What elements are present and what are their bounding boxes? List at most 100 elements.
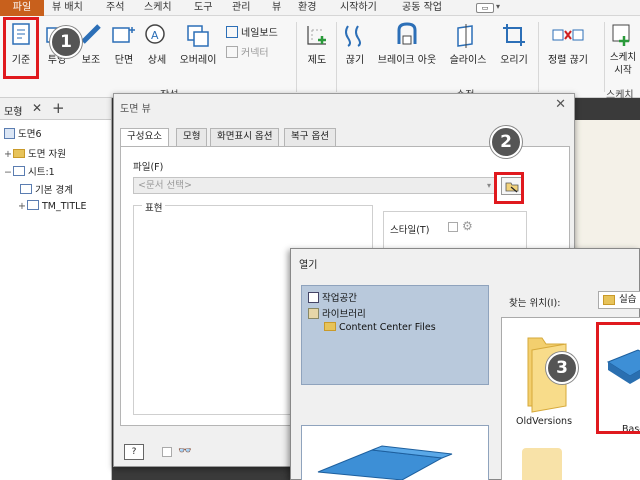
tree-node-title-block[interactable]: + TM_TITLE [18,200,86,212]
help-button[interactable]: ? [124,444,144,460]
ribbon: 기준 투영 보조 단면 A 상세 오버레이 네일보드 커넥터 작성 제도 끊기 [0,16,640,101]
tab-environments[interactable]: 환경 [298,0,316,16]
ribbon-separator [336,22,337,92]
look-in-label: 찾는 위치(I): [509,298,561,309]
expand-icon[interactable]: + [18,201,27,212]
highlight-base-button [3,17,39,79]
ribbon-separator [538,22,539,92]
slice-icon [457,24,473,48]
collapse-icon[interactable]: − [4,167,13,178]
nailboard-button[interactable]: 네일보드 [226,24,278,39]
locations-pane: 작업공간 라이브러리 Content Center Files [301,285,489,385]
tab-manage[interactable]: 관리 [232,0,250,16]
callout-step-2: 2 [490,126,522,158]
drawing-icon [4,128,15,139]
detail-view-icon: A [145,24,165,44]
dialog-title: 도면 뷰 [120,104,151,115]
close-icon[interactable]: ✕ [555,97,566,112]
open-dialog-title: 열기 [299,260,318,271]
tab-tools[interactable]: 도구 [194,0,212,16]
file-label: 파일(F) [133,162,164,173]
callout-step-1: 1 [50,26,82,58]
connector-button[interactable]: 커넥터 [226,44,269,59]
file-combo-value: <문서 선택> [138,180,192,191]
tab-view[interactable]: 뷰 [272,0,281,16]
preview-part-image [317,445,453,480]
add-tab-icon[interactable]: + [52,99,65,117]
section-view-icon [112,27,135,43]
tab-model[interactable]: 모형 [176,128,208,146]
start-sketch-button[interactable]: 스케치 시작 [606,22,640,77]
folder-item-partial [522,448,562,480]
ribbon-separator [296,22,297,92]
chevron-down-icon: ▾ [486,181,491,190]
ribbon-separator [604,22,605,92]
border-icon [20,184,32,194]
tab-recovery-options[interactable]: 복구 옵션 [284,128,336,146]
tab-display-options[interactable]: 화면표시 옵션 [210,128,280,146]
overlay-view-button[interactable]: 오버레이 [176,22,220,66]
location-libraries[interactable]: 라이브러리 [308,306,366,320]
draft-view-button[interactable]: 제도 [302,22,332,66]
tab-collaborate[interactable]: 공동 작업 [402,0,442,16]
expand-icon[interactable]: + [4,149,13,160]
tree-node-sheet[interactable]: − 시트:1 [4,164,55,178]
auxiliary-view-icon [81,24,101,44]
break-out-button[interactable]: 브레이크 아웃 [374,22,440,66]
sheet-icon [13,166,25,176]
tab-sketch[interactable]: 스케치 [144,0,172,16]
open-dialog: 열기 작업공간 라이브러리 Content Center Files 찾는 위치… [290,248,640,480]
section-view-button[interactable]: 단면 [110,22,138,66]
location-workspace[interactable]: 작업공간 [308,290,357,304]
connector-icon [226,46,238,58]
highlight-open-file-button [494,172,524,204]
chevron-down-icon[interactable]: ▾ [496,2,500,11]
detail-view-button[interactable]: A 상세 [142,22,172,66]
crop-button[interactable]: 오리기 [494,22,534,66]
preview-glasses-icon: 👓 [178,444,192,457]
style-label: 스타일(T) [390,225,430,236]
break-icon [345,25,361,47]
overlay-view-icon [187,25,209,47]
slice-button[interactable]: 슬라이스 [446,22,490,66]
folder-icon [324,322,336,331]
break-button[interactable]: 끊기 [340,22,370,66]
workspace-icon [308,292,319,303]
close-icon[interactable]: ✕ [32,101,42,115]
model-browser: 모형 ✕ + 도면6 + 도면 자원 − 시트:1 기본 경계 + TM_TITLE [0,98,112,480]
title-block-icon [27,200,39,210]
browser-tabs: 모형 ✕ + [0,98,111,120]
svg-text:A: A [151,29,159,42]
start-sketch-icon [612,24,630,46]
crop-icon [503,24,525,46]
tree-node-drawing[interactable]: 도면6 [4,126,42,140]
tree-node-border[interactable]: 기본 경계 [20,182,73,196]
style-from-base-icon[interactable]: ⚙ [462,219,473,233]
file-preview [301,425,489,480]
file-combo[interactable]: <문서 선택> ▾ [133,177,495,194]
location-content-center[interactable]: Content Center Files [324,322,436,333]
tab-annotate[interactable]: 주석 [106,0,124,16]
look-in-combo[interactable]: 실습 [598,291,640,309]
menu-bar: 파일 뷰 배치 주석 스케치 도구 관리 뷰 환경 시작하기 공동 작업 ▭ ▾ [0,0,640,16]
callout-step-3: 3 [546,352,578,384]
browser-tab-model[interactable]: 모형 [4,103,22,118]
break-out-icon [397,22,417,45]
tab-file[interactable]: 파일 [0,0,44,16]
style-checkbox[interactable] [448,222,458,232]
break-alignment-icon [552,29,584,41]
display-mode-icon[interactable]: ▭ [476,3,494,13]
highlight-base-file [596,322,640,434]
tab-get-started[interactable]: 시작하기 [340,0,377,16]
folder-icon [13,149,25,158]
tree-node-resources[interactable]: + 도면 자원 [4,146,66,160]
nailboard-icon [226,26,238,38]
tab-component[interactable]: 구성요소 [120,128,169,147]
folder-icon [603,295,615,305]
representation-label: 표현 [142,200,166,214]
preview-checkbox[interactable] [162,447,172,457]
break-alignment-button[interactable]: 정렬 끊기 [544,22,592,66]
libraries-icon [308,308,319,319]
tab-place-views[interactable]: 뷰 배치 [52,0,83,16]
draft-view-icon [307,26,326,45]
